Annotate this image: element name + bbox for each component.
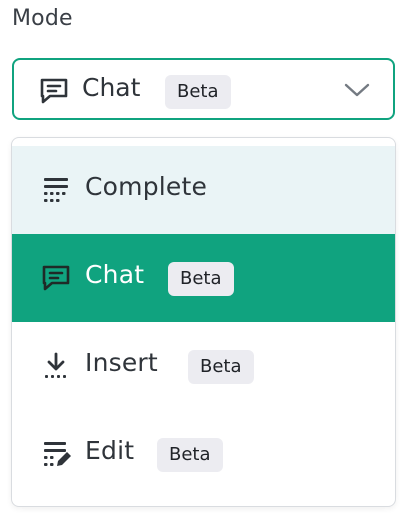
mode-select[interactable]: Chat Beta bbox=[12, 58, 395, 120]
option-label: Edit bbox=[85, 436, 135, 465]
beta-badge: Beta bbox=[188, 350, 254, 384]
complete-icon bbox=[40, 175, 72, 205]
chevron-down-icon[interactable] bbox=[342, 80, 372, 100]
option-insert[interactable]: Insert Beta bbox=[12, 322, 395, 410]
chat-icon bbox=[38, 77, 70, 105]
insert-icon bbox=[40, 351, 72, 381]
option-label: Complete bbox=[85, 172, 208, 201]
beta-badge: Beta bbox=[157, 438, 223, 472]
beta-badge: Beta bbox=[168, 262, 234, 296]
selected-mode-value: Chat bbox=[82, 73, 141, 102]
chat-icon bbox=[40, 263, 72, 293]
option-chat[interactable]: Chat Beta bbox=[12, 234, 395, 322]
option-edit[interactable]: Edit Beta bbox=[12, 410, 395, 498]
option-label: Insert bbox=[85, 348, 158, 377]
mode-label: Mode bbox=[12, 6, 73, 31]
option-complete[interactable]: Complete bbox=[12, 146, 395, 234]
beta-badge: Beta bbox=[165, 75, 231, 109]
edit-icon bbox=[40, 439, 72, 469]
mode-dropdown-menu: Complete Chat Beta Insert Beta Edit Beta bbox=[11, 137, 396, 507]
option-label: Chat bbox=[85, 260, 145, 289]
